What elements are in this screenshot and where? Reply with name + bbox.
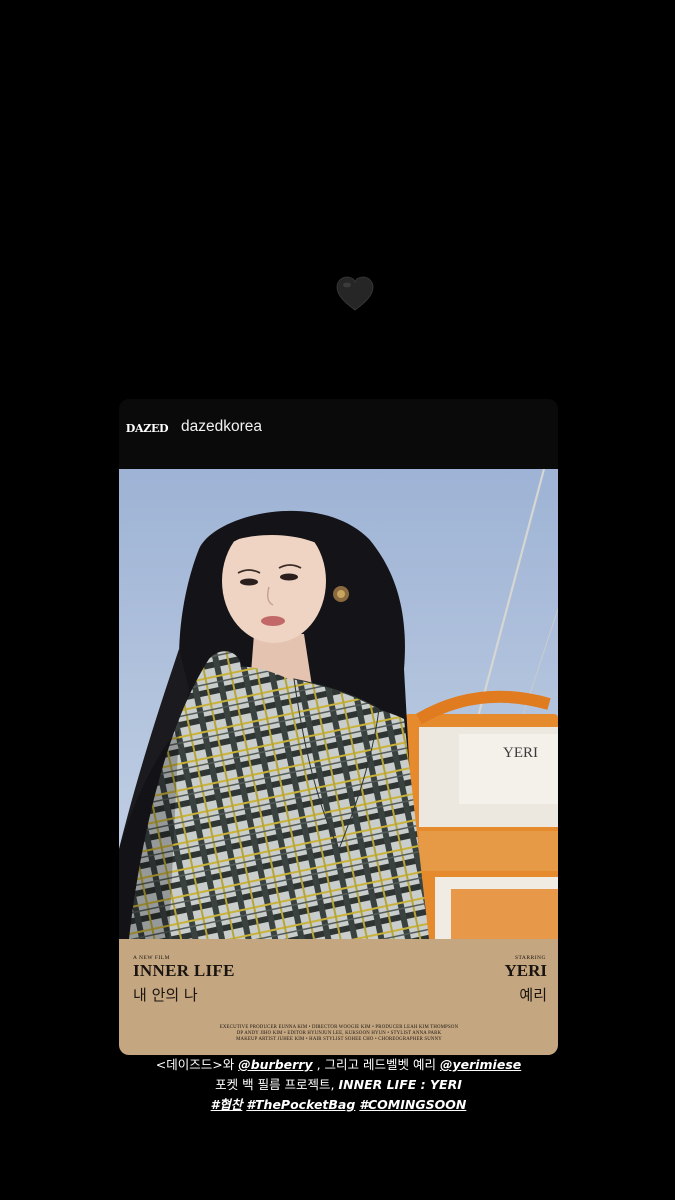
bag-label-text: YERI — [503, 745, 538, 761]
story-caption: <데이즈드>와 @burberry , 그리고 레드벨벳 예리 @yerimie… — [119, 1055, 558, 1115]
poster-star-name-korean: 예리 — [519, 986, 547, 1004]
poster-star-name: YERI — [504, 961, 547, 980]
poster-credits: EXECUTIVE PRODUCER EUNNA KIM • DIRECTOR … — [189, 1025, 489, 1043]
poster-title: INNER LIFE — [133, 961, 235, 980]
poster-title-korean: 내 안의 나 — [133, 986, 198, 1004]
caption-line-2: 포켓 백 필름 프로젝트, INNER LIFE : YERI — [215, 1077, 462, 1092]
shared-post-card[interactable]: DAZED dazedkorea YERI A NEW FILM STARRIN… — [119, 399, 558, 1055]
mention-burberry[interactable]: @burberry — [238, 1057, 312, 1072]
post-username[interactable]: dazedkorea — [181, 418, 262, 436]
hashtag-comingsoon[interactable]: #COMINGSOON — [359, 1097, 466, 1112]
black-heart-icon — [336, 276, 374, 314]
poster-credit-line: MAKEUP ARTIST JUHEE KIM • HAIR STYLIST S… — [236, 1037, 442, 1042]
caption-line-1: <데이즈드>와 @burberry , 그리고 레드벨벳 예리 @yerimie… — [155, 1057, 522, 1072]
post-photo[interactable]: YERI — [119, 469, 558, 939]
film-poster-band: A NEW FILM STARRING INNER LIFE 내 안의 나 YE… — [119, 939, 558, 1055]
caption-film-title: INNER LIFE : YERI — [338, 1077, 462, 1092]
mention-yerimiese[interactable]: @yerimiese — [440, 1057, 521, 1072]
caption-line-3: #협찬 #ThePocketBag #COMINGSOON — [119, 1095, 558, 1115]
profile-avatar[interactable]: DAZED — [125, 413, 169, 443]
post-header[interactable]: DAZED dazedkorea — [119, 399, 558, 469]
hashtag-thepocketbag[interactable]: #ThePocketBag — [246, 1097, 355, 1112]
photo-illustration: YERI — [119, 469, 558, 939]
hashtag-sponsored[interactable]: #협찬 — [211, 1097, 243, 1112]
